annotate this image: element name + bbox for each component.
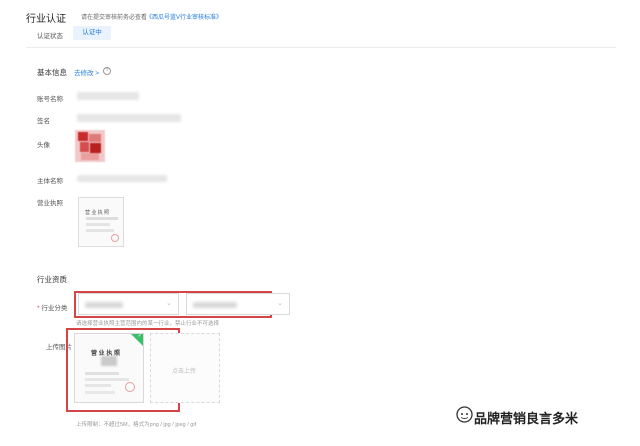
license-line [85, 384, 111, 387]
avatar [75, 130, 105, 162]
category-select-secondary[interactable]: ⌄ [186, 293, 290, 315]
entity-name-value [77, 175, 167, 182]
page-title: 行业认证 [26, 14, 66, 25]
license-line [85, 391, 115, 394]
upload-limits: 上传限制：不超过5M，格式为png / jpg / jpeg / gif [76, 422, 197, 428]
audit-standard-link[interactable]: 《西瓜号蓝V行业审核标准》 [146, 12, 222, 21]
page-subtitle: 请在提交审核前务必查看 [81, 15, 148, 21]
status-badge: 认证中 [73, 26, 111, 40]
field-label-account-name: 账号名称 [37, 96, 63, 103]
field-label-avatar: 头像 [37, 142, 50, 149]
field-label-signature: 签名 [37, 118, 50, 125]
check-icon: ✓ [137, 333, 142, 339]
business-license-thumbnail[interactable]: 营 业 执 照 [78, 197, 124, 247]
category-hint: 请选择营业执照主营范围内的某一行业，禁止行业不可选择 [76, 321, 220, 327]
help-icon[interactable]: ? [103, 67, 111, 75]
field-label-entity-name: 主体名称 [37, 178, 63, 185]
category-label: 行业分类 [41, 305, 68, 312]
watermark-text: 品牌营销良言多米 [474, 411, 579, 426]
field-label-business-license: 营业执照 [37, 200, 63, 207]
secondary-selected-value [193, 302, 237, 308]
signature-value [77, 114, 181, 122]
qualification-title: 行业资质 [37, 275, 67, 284]
uploaded-image-card[interactable]: ✓ 营 业 执 照 [74, 333, 144, 403]
license-emblem [101, 356, 117, 366]
license-line [86, 223, 110, 226]
category-select-primary[interactable]: ⌄ [78, 293, 179, 315]
status-label: 认证状态 [37, 33, 63, 40]
seal-icon [125, 382, 135, 392]
license-line [85, 372, 119, 375]
license-line [85, 378, 129, 381]
edit-link[interactable]: 去修改 > [74, 67, 99, 77]
basic-info-title: 基本信息 [37, 68, 67, 77]
wechat-logo-icon [456, 406, 473, 428]
required-mark: * [37, 305, 40, 312]
chevron-down-icon: ⌄ [166, 300, 172, 307]
account-name-value [77, 92, 139, 100]
primary-selected-value [85, 302, 123, 308]
license-line [86, 229, 114, 232]
license-line [86, 217, 118, 220]
header-divider [26, 47, 616, 48]
license-thumb-title: 营 业 执 照 [85, 210, 110, 216]
seal-icon [111, 234, 119, 242]
chevron-down-icon: ⌄ [277, 300, 283, 307]
category-label-row: * 行业分类 [37, 302, 67, 312]
upload-action-text: 点击上传 [172, 369, 197, 375]
